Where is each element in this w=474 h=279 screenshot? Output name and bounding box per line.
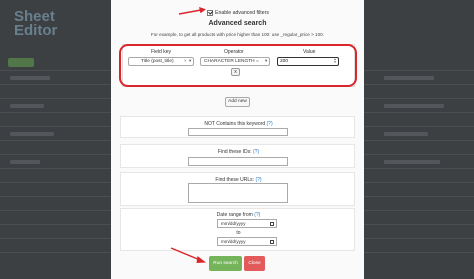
ids-textarea[interactable] (188, 157, 288, 166)
operator-select[interactable]: CHARACTER LENGTH = (200, 57, 270, 66)
value-input[interactable]: 200 (277, 57, 339, 66)
help-link[interactable]: (?) (254, 212, 260, 218)
modal-title: Advanced search (208, 20, 267, 27)
value-header: Value (303, 49, 316, 55)
background-cell (384, 132, 428, 136)
background-button (8, 58, 34, 67)
chevron-down-icon: ▾ (189, 58, 192, 63)
ids-panel: Find these IDs: (?) (120, 144, 355, 168)
not-contains-panel: NOT Contains this keyword (?) (120, 116, 355, 138)
background-cell (10, 76, 50, 80)
urls-textarea[interactable] (188, 183, 288, 203)
add-new-button[interactable]: Add new (225, 97, 250, 107)
remove-filter-button[interactable]: x (231, 68, 240, 76)
app-logo: Sheet Editor (14, 8, 58, 39)
background-cell (384, 160, 440, 164)
date-range-panel: Date range from (?) mm/dd/yyyy to mm/dd/… (120, 208, 355, 251)
clear-selection-icon[interactable]: × (184, 58, 187, 63)
not-contains-label: NOT Contains this keyword (?) (204, 121, 273, 127)
ids-label: Find these IDs: (?) (217, 149, 260, 155)
background-cell (384, 104, 444, 108)
background-cell (10, 160, 40, 164)
not-contains-input[interactable] (188, 128, 288, 136)
operator-header: Operator (224, 49, 244, 55)
field-key-header: Field key (151, 49, 172, 55)
enable-filters-label: Enable advanced filters (215, 9, 269, 16)
chevron-down-icon: ▾ (265, 58, 268, 63)
run-search-button[interactable]: Run search (209, 256, 242, 271)
calendar-icon[interactable] (270, 239, 274, 244)
background-cell (10, 132, 54, 136)
date-range-label: Date range from (?) (216, 212, 261, 218)
calendar-icon[interactable] (270, 221, 274, 226)
modal-description: For example, to get all products with pr… (150, 32, 324, 37)
enable-filters-row[interactable]: Enable advanced filters (207, 8, 269, 17)
close-button[interactable]: Close (244, 256, 265, 271)
date-to-label: to (236, 230, 241, 236)
number-stepper-icon[interactable]: ▲ ▼ (333, 58, 337, 65)
annotation-arrow-icon (178, 7, 206, 15)
help-link[interactable]: (?) (253, 149, 259, 155)
help-link[interactable]: (?) (267, 121, 273, 127)
annotation-arrow-icon (170, 247, 206, 263)
date-to-input[interactable]: mm/dd/yyyy (217, 237, 277, 246)
background-cell (384, 76, 434, 80)
background-cell (10, 104, 44, 108)
advanced-search-modal: Enable advanced filters Advanced search … (111, 0, 364, 279)
urls-panel: Find these URLs: (?) (120, 172, 355, 206)
date-from-input[interactable]: mm/dd/yyyy (217, 219, 277, 228)
